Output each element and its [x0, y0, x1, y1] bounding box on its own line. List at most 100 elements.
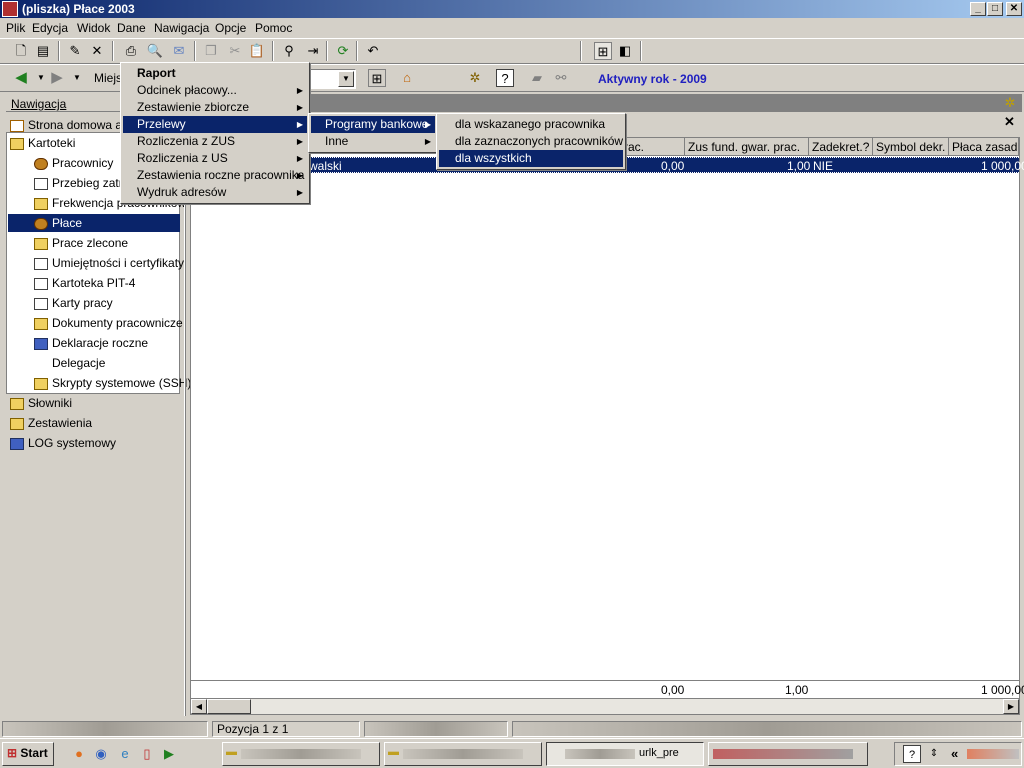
find-next-icon[interactable]: ⇥: [304, 42, 322, 60]
nav-header-label: Nawigacja: [11, 97, 67, 111]
nav-item-place[interactable]: Płace: [8, 214, 180, 232]
cell-c: NIE: [813, 159, 834, 173]
home-icon[interactable]: ⌂: [398, 69, 416, 87]
close-panel-icon[interactable]: ✕: [1004, 114, 1015, 130]
nav-item-karty[interactable]: Karty pracy: [34, 294, 113, 312]
find-icon[interactable]: ⚲: [280, 42, 298, 60]
nav-item-deklaracje[interactable]: Deklaracje roczne: [34, 334, 148, 352]
start-button[interactable]: ⊞ Start: [2, 742, 54, 766]
menu-item-zestawienie[interactable]: Zestawienie zbiorcze ▶: [123, 99, 307, 116]
menu-item-us[interactable]: Rozliczenia z US ▶: [123, 150, 307, 167]
nav-tree-icon[interactable]: ⊞: [368, 69, 386, 87]
menu-item-przelewy[interactable]: Przelewy ▶: [123, 116, 307, 133]
cut-icon[interactable]: ✂: [226, 42, 244, 60]
briefcase-icon: [34, 317, 48, 330]
total-d: 1 000,00: [981, 683, 1024, 697]
nav-item-przebieg[interactable]: Przebieg zatru: [34, 174, 129, 192]
link-icon[interactable]: ⚯: [552, 69, 570, 87]
menu-item-roczne[interactable]: Zestawienia roczne pracownika ▶: [123, 167, 307, 184]
horizontal-scrollbar[interactable]: ◀ ▶: [191, 698, 1019, 714]
media-icon[interactable]: ▶: [160, 745, 178, 763]
menu-opcje[interactable]: Opcje: [215, 21, 246, 35]
undo-icon[interactable]: ↶: [364, 42, 382, 60]
nav-item-home[interactable]: Strona domowa ap: [10, 116, 129, 134]
preview-icon[interactable]: 🔍: [146, 42, 164, 60]
location-combo[interactable]: ▼: [306, 69, 356, 89]
delete-icon[interactable]: ✕: [88, 42, 106, 60]
split-view-icon[interactable]: ◧: [616, 42, 634, 60]
menu-item-inne[interactable]: Inne ▶: [311, 133, 435, 150]
copy-icon[interactable]: ❐: [202, 42, 220, 60]
network-icon[interactable]: ⇕: [925, 745, 943, 763]
tray-expand[interactable]: «: [951, 746, 958, 761]
col-header-zadekret[interactable]: Zadekret.?: [809, 138, 873, 156]
menu-edycja[interactable]: Edycja: [32, 21, 68, 35]
numbers-icon: [34, 237, 48, 250]
maximize-button[interactable]: □: [987, 2, 1003, 16]
menu-item-odcinek[interactable]: Odcinek płacowy... ▶: [123, 82, 307, 99]
paste-icon[interactable]: 📋: [248, 42, 266, 60]
task-button-2[interactable]: ▬: [384, 742, 542, 766]
back-icon[interactable]: ◀: [12, 69, 30, 87]
col-header-symbol[interactable]: Symbol dekr.: [873, 138, 949, 156]
task-button-1[interactable]: ▬: [222, 742, 380, 766]
nav-item-skrypty[interactable]: Skrypty systemowe (SSH): [34, 374, 191, 392]
tree-view-icon[interactable]: ⊞: [594, 42, 612, 60]
menu-item-wszyscy[interactable]: dla wszystkich: [439, 150, 623, 167]
forward-icon[interactable]: ▶: [48, 69, 66, 87]
nav-item-pracownicy[interactable]: Pracownicy: [34, 154, 113, 172]
menu-widok[interactable]: Widok: [77, 21, 110, 35]
edit-icon[interactable]: ✎: [66, 42, 84, 60]
ie-icon[interactable]: e: [116, 745, 134, 763]
nav-item-pit4[interactable]: Kartoteka PIT-4: [34, 274, 135, 292]
mail-icon[interactable]: ✉: [170, 42, 188, 60]
folder-icon: ▬: [388, 746, 399, 758]
refresh-icon[interactable]: ⟳: [334, 42, 352, 60]
menu-pomoc[interactable]: Pomoc: [255, 21, 292, 35]
menu-plik[interactable]: Plik: [6, 21, 25, 35]
task-button-4[interactable]: [708, 742, 868, 766]
book-icon[interactable]: ▰: [528, 69, 546, 87]
chevron-down-icon[interactable]: ▼: [338, 71, 354, 87]
nav-item-slowniki[interactable]: Słowniki: [10, 394, 72, 412]
nav-item-umiejetnosci[interactable]: Umiejętności i certyfikaty: [34, 254, 184, 272]
browser-icon[interactable]: ◉: [92, 745, 110, 763]
print-icon[interactable]: ⎙: [122, 42, 140, 60]
nav-item-log[interactable]: LOG systemowy: [10, 434, 116, 452]
menu-nawigacja[interactable]: Nawigacja: [154, 21, 209, 35]
menu-programy-bankowe: dla wskazanego pracownika dla zaznaczony…: [436, 113, 626, 170]
menu-item-zus[interactable]: Rozliczenia z ZUS ▶: [123, 133, 307, 150]
menu-item-zaznaczeni[interactable]: dla zaznaczonych pracowników: [439, 133, 623, 150]
col-header-rac[interactable]: rac.: [621, 138, 685, 156]
menu-item-programy-bankowe[interactable]: Programy bankowe ▶: [311, 116, 435, 133]
nav-item-prace-zlecone[interactable]: Prace zlecone: [34, 234, 128, 252]
nav-item-zestawienia[interactable]: Zestawienia: [10, 414, 92, 432]
scroll-right-icon[interactable]: ▶: [1003, 699, 1019, 714]
users-icon[interactable]: ✲: [1002, 95, 1018, 111]
scroll-thumb[interactable]: [207, 699, 251, 714]
help-icon[interactable]: ?: [903, 745, 921, 763]
nav-item-delegacje[interactable]: Delegacje: [52, 354, 105, 372]
toolbar-main: 🗋 ▤ ✎ ✕ ⎙ 🔍 ✉ ❐ ✂ 📋 ⚲ ⇥ ⟳ ↶ ⊞ ◧: [0, 38, 1024, 64]
task-button-3[interactable]: urlk_pre: [546, 742, 704, 766]
nav-item-kartoteki[interactable]: Kartoteki: [10, 134, 75, 152]
menu-przelewy: Programy bankowe ▶ Inne ▶: [308, 113, 438, 153]
properties-icon[interactable]: ▤: [34, 42, 52, 60]
firefox-icon[interactable]: ●: [70, 745, 88, 763]
minimize-button[interactable]: _: [970, 2, 986, 16]
users-icon[interactable]: ✲: [466, 69, 484, 87]
document-icon[interactable]: ▯: [138, 745, 156, 763]
menu-item-adresy[interactable]: Wydruk adresów ▶: [123, 184, 307, 201]
col-header-placa[interactable]: Płaca zasad.: [949, 138, 1019, 156]
col-header-zus-fund[interactable]: Zus fund. gwar. prac.: [685, 138, 809, 156]
nav-item-dokumenty[interactable]: Dokumenty pracownicze: [34, 314, 183, 332]
menu-item-raport[interactable]: Raport: [123, 65, 307, 82]
app-icon[interactable]: [2, 1, 18, 17]
menu-item-wskazany[interactable]: dla wskazanego pracownika: [439, 116, 623, 133]
menu-dane[interactable]: Dane: [117, 21, 146, 35]
forward-dropdown-icon[interactable]: ▼: [68, 69, 86, 87]
new-icon[interactable]: 🗋: [12, 42, 30, 60]
help-icon[interactable]: ?: [496, 69, 514, 87]
scroll-left-icon[interactable]: ◀: [191, 699, 207, 714]
close-button[interactable]: ✕: [1006, 2, 1022, 16]
